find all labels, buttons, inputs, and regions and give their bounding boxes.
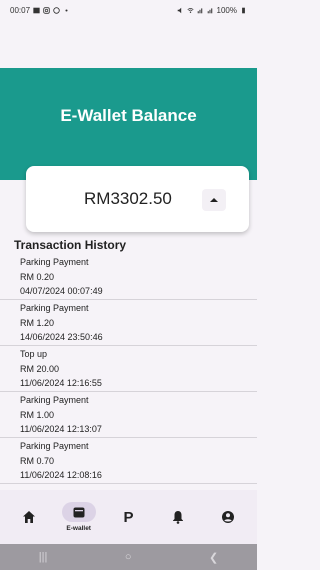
bell-icon [173,511,184,524]
battery-percent: 100% [216,5,237,15]
nav-account[interactable] [208,492,248,542]
transaction-type: Parking Payment [20,395,89,405]
transaction-datetime: 04/07/2024 00:07:49 [20,286,103,296]
status-bar: 00:07 100% [0,0,257,20]
collapse-button[interactable] [202,189,226,211]
transaction-item[interactable]: Parking Payment RM 1.00 11/06/2024 12:13… [0,392,257,438]
status-right: 100% [177,6,247,15]
header-banner: E-Wallet Balance [0,68,257,180]
back-icon[interactable]: ❮ [209,551,218,564]
transaction-item[interactable]: Parking Payment RM 0.20 04/07/2024 00:07… [0,254,257,300]
status-left: 00:07 [10,6,70,15]
transaction-datetime: 11/06/2024 12:13:07 [20,424,102,434]
transaction-list[interactable]: Parking Payment RM 0.20 04/07/2024 00:07… [0,254,257,484]
transaction-amount: RM 20.00 [20,363,60,374]
page-title: E-Wallet Balance [60,106,197,125]
transaction-item[interactable]: Top up RM 20.00 11/06/2024 12:16:55 [0,346,257,392]
nav-ewallet[interactable]: E-wallet [59,492,99,542]
transaction-amount: RM 0.20 [20,271,55,282]
nav-home[interactable] [9,492,49,542]
balance-amount: RM3302.50 [84,189,172,208]
transaction-type: Top up [20,349,48,359]
transaction-amount: RM 1.20 [20,317,55,328]
nav-notifications[interactable] [158,492,198,542]
wifi-icon [186,7,194,13]
caret-up-icon [210,198,218,202]
balance-card: RM3302.50 [26,166,249,232]
signal-icon [197,7,202,13]
transaction-type: Parking Payment [20,303,89,313]
parking-text: P [123,508,134,526]
notification-icon [53,6,60,14]
transaction-datetime: 11/06/2024 12:08:16 [20,470,102,480]
account-icon [222,511,235,523]
bottom-nav: E-wallet P [0,490,257,544]
gallery-icon [33,7,40,13]
system-nav-bar: ||| ○ ❮ [0,544,257,570]
transaction-item[interactable]: Parking Payment RM 0.70 11/06/2024 12:08… [0,438,257,484]
dot-icon [65,8,68,12]
battery-icon [242,7,245,13]
wallet-icon [73,507,85,517]
transaction-history-title: Transaction History [14,238,127,252]
transaction-datetime: 14/06/2024 23:50:46 [20,332,103,342]
transaction-amount: RM 1.00 [20,409,55,420]
status-time: 00:07 [10,5,31,15]
nav-ewallet-label: E-wallet [66,525,91,532]
signal-icon-2 [207,7,212,13]
home-icon [22,511,35,523]
instagram-icon [43,6,50,14]
transaction-datetime: 11/06/2024 12:16:55 [20,378,102,388]
home-circle-icon[interactable]: ○ [125,551,132,563]
mute-icon [177,7,181,13]
transaction-amount: RM 0.70 [20,455,55,466]
transaction-type: Parking Payment [20,257,89,267]
nav-parking[interactable]: P [108,492,148,542]
active-indicator [61,502,96,522]
recents-icon[interactable]: ||| [39,551,48,563]
transaction-type: Parking Payment [20,441,89,451]
transaction-item[interactable]: Parking Payment RM 1.20 14/06/2024 23:50… [0,300,257,346]
